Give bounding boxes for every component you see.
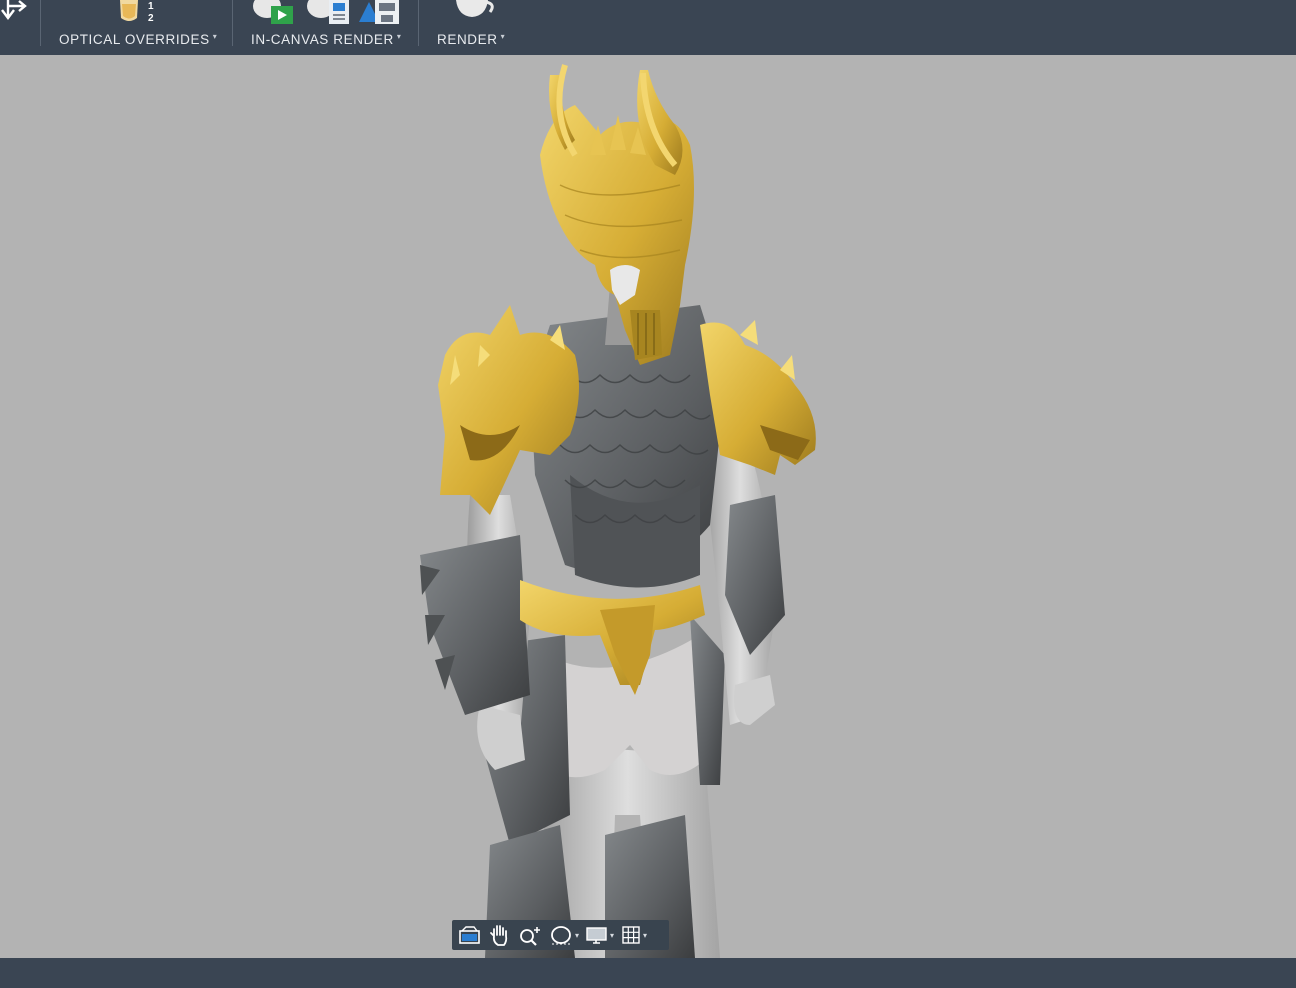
zoom-button[interactable] — [516, 922, 546, 948]
orbit-icon — [551, 926, 571, 945]
display-mode-icon — [586, 927, 607, 944]
zoom-icon — [520, 927, 540, 946]
svg-text:1: 1 — [148, 1, 154, 12]
optical-overrides-dropdown[interactable]: OPTICAL OVERRIDES ▾ — [59, 31, 217, 47]
grid-icon — [622, 926, 640, 944]
svg-text:2: 2 — [148, 13, 154, 24]
toolbar-divider — [232, 0, 233, 46]
chevron-down-icon: ▾ — [610, 930, 615, 940]
pan-hand-icon — [490, 925, 508, 946]
camera-icon — [459, 926, 480, 944]
orbit-button[interactable]: ▾ — [548, 922, 581, 948]
render-label: RENDER — [437, 31, 498, 47]
toolbar-divider — [418, 0, 419, 46]
chevron-down-icon: ▾ — [643, 930, 648, 940]
armored-character-model — [420, 64, 816, 958]
bottom-status-bar — [0, 958, 1296, 988]
camera-view-button[interactable] — [456, 922, 484, 948]
start-render-icon[interactable] — [251, 0, 295, 26]
chevron-down-icon: ▾ — [500, 31, 506, 41]
render-teapot-icon[interactable] — [452, 0, 494, 20]
capture-image-icon[interactable] — [359, 0, 403, 26]
navigation-bar: ▾ ▾ ▾ — [452, 920, 669, 950]
move-arrows-icon[interactable] — [0, 0, 30, 26]
optical-overrides-icon[interactable]: 1 2 — [116, 0, 162, 26]
render-settings-icon[interactable] — [305, 0, 349, 26]
chevron-down-icon: ▾ — [212, 31, 218, 41]
grid-settings-button[interactable]: ▾ — [618, 922, 649, 948]
display-settings-button[interactable]: ▾ — [583, 922, 616, 948]
chevron-down-icon: ▾ — [396, 31, 402, 41]
render-dropdown[interactable]: RENDER ▾ — [437, 31, 505, 47]
in-canvas-render-label: IN-CANVAS RENDER — [251, 31, 394, 47]
top-toolbar: 1 2 OPTICAL OVERRIDES ▾ IN-CANVAS RENDER… — [0, 0, 1296, 55]
toolbar-divider — [40, 0, 41, 46]
canvas-viewport[interactable] — [0, 55, 1296, 958]
pan-button[interactable] — [486, 922, 514, 948]
chevron-down-icon: ▾ — [575, 930, 580, 940]
optical-overrides-label: OPTICAL OVERRIDES — [59, 31, 210, 47]
in-canvas-render-dropdown[interactable]: IN-CANVAS RENDER ▾ — [251, 31, 402, 47]
